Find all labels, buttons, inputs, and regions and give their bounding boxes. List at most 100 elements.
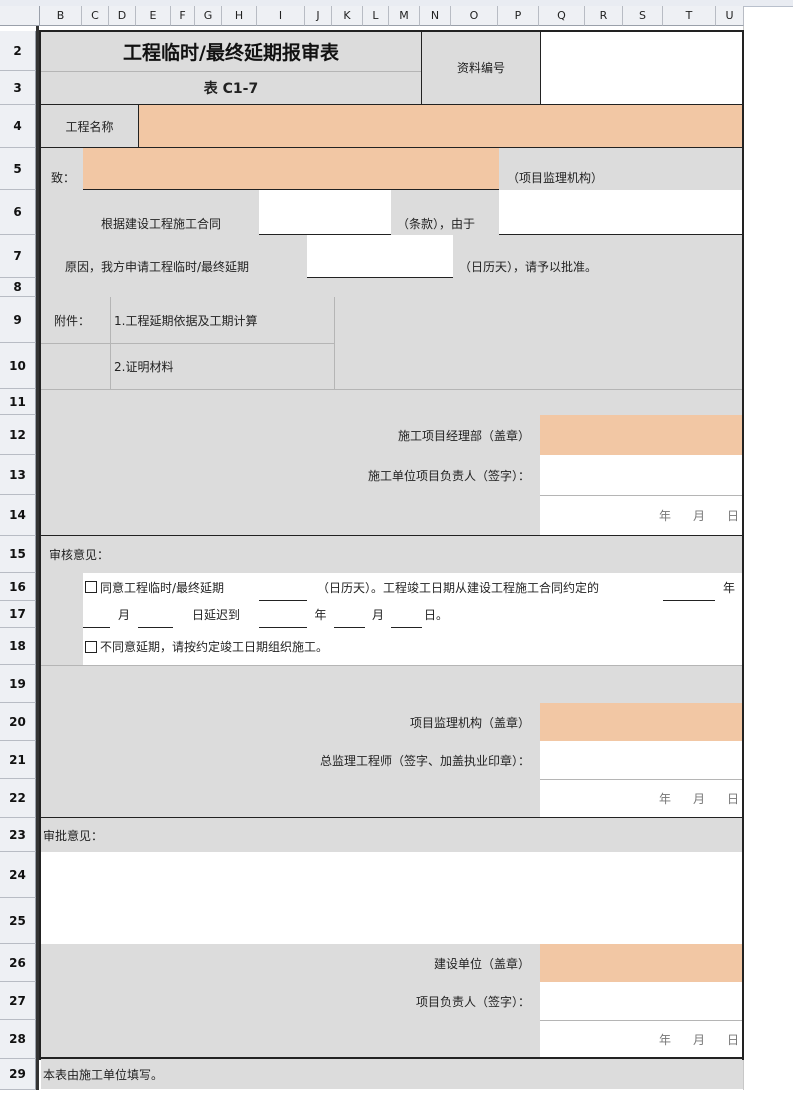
orig-month-label: 月 xyxy=(110,601,138,628)
column-header-o[interactable]: O xyxy=(451,6,498,26)
new-month-field[interactable] xyxy=(334,601,365,628)
chief-engineer-sign-field[interactable] xyxy=(540,741,743,779)
date-month: 月 xyxy=(692,509,705,523)
owner-head-label: 项目负责人（签字）： xyxy=(41,982,540,1020)
agree-checkbox[interactable] xyxy=(85,581,97,593)
contractor-dept-label: 施工项目经理部（盖章） xyxy=(41,415,540,455)
archive-no-field[interactable] xyxy=(541,31,743,104)
row-header-19[interactable]: 19 xyxy=(0,665,36,703)
column-header-t[interactable]: T xyxy=(663,6,716,26)
row-header-29[interactable]: 29 xyxy=(0,1059,36,1090)
disagree-option[interactable]: 不同意延期，请按约定竣工日期组织施工。 xyxy=(83,628,743,665)
supervisor-date[interactable]: 年 月 日 xyxy=(540,779,743,817)
contractor-date[interactable]: 年 月 日 xyxy=(540,495,743,535)
border xyxy=(421,31,422,104)
agree-days-field[interactable] xyxy=(259,573,307,601)
row-header-26[interactable]: 26 xyxy=(0,944,36,982)
column-header-j[interactable]: J xyxy=(305,6,332,26)
row-header-10[interactable]: 10 xyxy=(0,343,36,389)
project-name-label: 工程名称 xyxy=(41,105,138,147)
approval-opinion-field[interactable] xyxy=(41,852,743,944)
new-year-label: 年 xyxy=(307,601,334,628)
owner-sign-field[interactable] xyxy=(540,982,743,1020)
row-header-11[interactable]: 11 xyxy=(0,389,36,415)
row-header-12[interactable]: 12 xyxy=(0,415,36,455)
date-year: 年 xyxy=(658,1033,671,1047)
contractor-sign-field[interactable] xyxy=(540,455,743,495)
row-header-4[interactable]: 4 xyxy=(0,105,36,148)
contract-field[interactable] xyxy=(259,190,391,235)
border xyxy=(40,1057,744,1059)
day-end-label: 日。 xyxy=(422,601,743,628)
row-header-18[interactable]: 18 xyxy=(0,628,36,665)
border xyxy=(40,104,744,105)
row-header-5[interactable]: 5 xyxy=(0,148,36,190)
column-header-n[interactable]: N xyxy=(420,6,451,26)
reason-field[interactable] xyxy=(499,190,743,235)
orig-day-field[interactable] xyxy=(138,601,173,628)
contractor-seal-field[interactable] xyxy=(540,415,743,455)
column-header-p[interactable]: P xyxy=(498,6,539,26)
row-header-2[interactable]: 2 xyxy=(0,31,36,71)
column-header-s[interactable]: S xyxy=(623,6,663,26)
column-header-b[interactable]: B xyxy=(40,6,82,26)
row-header-3[interactable]: 3 xyxy=(0,71,36,105)
approval-label: 审批意见： xyxy=(41,818,743,852)
owner-date[interactable]: 年 月 日 xyxy=(540,1020,743,1058)
row-header-14[interactable]: 14 xyxy=(0,495,36,536)
column-header-l[interactable]: L xyxy=(363,6,389,26)
column-header-h[interactable]: H xyxy=(222,6,257,26)
orig-year-field[interactable] xyxy=(663,573,715,601)
project-name-field[interactable] xyxy=(139,105,743,147)
owner-seal-field[interactable] xyxy=(540,944,743,982)
column-header-e[interactable]: E xyxy=(136,6,171,26)
column-header-m[interactable]: M xyxy=(389,6,420,26)
row-header-22[interactable]: 22 xyxy=(0,779,36,818)
row-header-27[interactable]: 27 xyxy=(0,982,36,1020)
row-header-13[interactable]: 13 xyxy=(0,455,36,495)
border xyxy=(40,147,744,148)
row-header-20[interactable]: 20 xyxy=(0,703,36,741)
row-header-24[interactable]: 24 xyxy=(0,852,36,898)
column-header-c[interactable]: C xyxy=(82,6,109,26)
border xyxy=(742,30,744,1060)
clause-suffix: （条款），由于 xyxy=(391,190,499,235)
column-header-i[interactable]: I xyxy=(257,6,305,26)
column-header-r[interactable]: R xyxy=(585,6,623,26)
row-header-17[interactable]: 17 xyxy=(0,601,36,628)
spacer-row xyxy=(41,389,743,415)
agree-option[interactable]: 同意工程临时/最终延期 xyxy=(83,573,259,601)
to-label: 致： xyxy=(41,148,83,190)
row-header-25[interactable]: 25 xyxy=(0,898,36,944)
column-header-q[interactable]: Q xyxy=(539,6,585,26)
days-field[interactable] xyxy=(307,235,453,278)
row-header-9[interactable]: 9 xyxy=(0,297,36,343)
select-all-corner[interactable] xyxy=(0,6,40,26)
row-header-8[interactable]: 8 xyxy=(0,278,36,297)
attachment-1: 1.工程延期依据及工期计算 xyxy=(110,297,334,343)
row-header-28[interactable]: 28 xyxy=(0,1020,36,1059)
column-header-f[interactable]: F xyxy=(171,6,195,26)
to-field[interactable] xyxy=(83,148,499,190)
row-header-16[interactable]: 16 xyxy=(0,573,36,601)
new-day-field[interactable] xyxy=(391,601,422,628)
supervisor-seal-field[interactable] xyxy=(540,703,743,741)
orig-year-label: 年 xyxy=(715,573,743,601)
new-year-field[interactable] xyxy=(259,601,307,628)
row-header-6[interactable]: 6 xyxy=(0,190,36,235)
row-header-7[interactable]: 7 xyxy=(0,235,36,278)
orig-month-field[interactable] xyxy=(83,601,110,628)
column-header-u[interactable]: U xyxy=(716,6,744,26)
blank-cell xyxy=(41,190,83,235)
row-header-21[interactable]: 21 xyxy=(0,741,36,779)
delay-to-label: 日延迟到 xyxy=(173,601,259,628)
row-header-15[interactable]: 15 xyxy=(0,536,36,573)
column-header-g[interactable]: G xyxy=(195,6,222,26)
disagree-checkbox[interactable] xyxy=(85,640,97,653)
column-header-k[interactable]: K xyxy=(332,6,363,26)
column-header-d[interactable]: D xyxy=(109,6,136,26)
agree-text: 同意工程临时/最终延期 xyxy=(100,580,225,595)
row-header-23[interactable]: 23 xyxy=(0,818,36,852)
blank-cell xyxy=(41,779,540,817)
days-suffix: （日历天），请予以批准。 xyxy=(453,235,743,278)
